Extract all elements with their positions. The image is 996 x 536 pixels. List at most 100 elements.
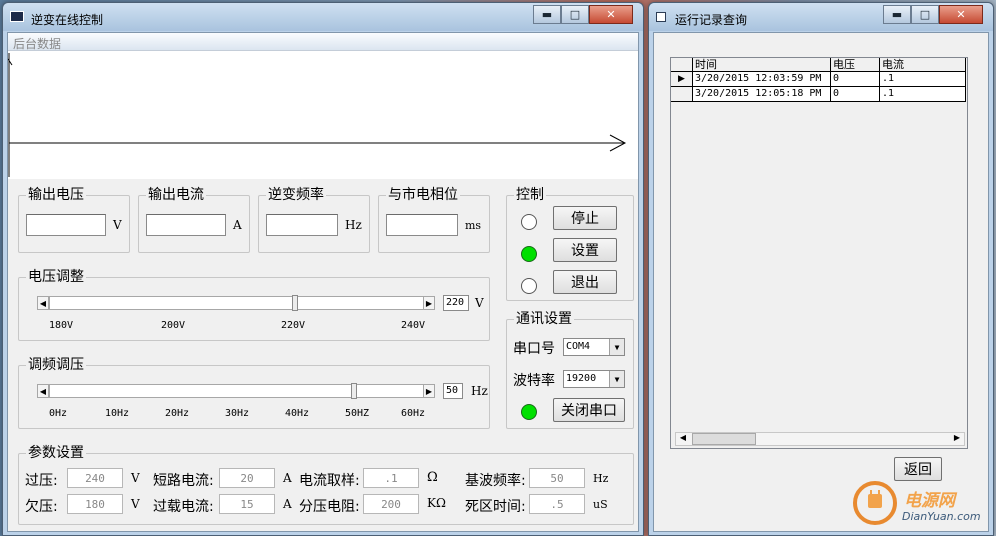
under-voltage-field[interactable]: 180 <box>67 494 123 514</box>
log-titlebar[interactable]: 运行记录查询 ▬ □ ✕ <box>649 3 993 31</box>
plug-logo-icon <box>853 481 897 525</box>
menu-backend-data[interactable]: 后台数据 <box>8 33 638 51</box>
column-header-time[interactable]: 时间 <box>693 58 831 72</box>
dead-time-label: 死区时间: <box>465 499 526 515</box>
divider-resistor-field[interactable]: 200 <box>363 494 419 514</box>
overload-current-unit: A <box>283 497 292 511</box>
close-button[interactable]: ✕ <box>589 5 633 24</box>
set-button[interactable]: 设置 <box>553 238 617 262</box>
main-titlebar[interactable]: 逆变在线控制 ▬ □ ✕ <box>3 3 643 31</box>
horizontal-scrollbar[interactable]: ◀ ▶ <box>675 432 965 446</box>
communication-title: 通讯设置 <box>514 311 574 327</box>
log-title: 运行记录查询 <box>675 13 748 27</box>
short-current-unit: A <box>283 471 292 485</box>
base-frequency-unit: Hz <box>593 472 609 485</box>
over-voltage-field[interactable]: 240 <box>67 468 123 488</box>
stop-indicator[interactable] <box>521 214 537 230</box>
table-cell-voltage[interactable]: 0 <box>831 72 880 87</box>
output-current-unit: A <box>233 218 242 232</box>
log-client-area: 时间 电压 电流 ▶ 3/20/2015 12:03:59 PM 0 .1 3/… <box>653 32 989 532</box>
voltage-tick: 240V <box>401 320 426 331</box>
divider-resistor-unit: KΩ <box>427 496 446 510</box>
table-cell-time[interactable]: 3/20/2015 12:03:59 PM <box>693 72 831 87</box>
overload-current-field[interactable]: 15 <box>219 494 275 514</box>
voltage-value-box[interactable]: 220 <box>443 295 469 311</box>
frequency-tick: 0Hz <box>49 408 68 419</box>
serial-port-select[interactable]: COM4 ▼ <box>563 338 625 356</box>
table-cell-voltage[interactable]: 0 <box>831 87 880 102</box>
current-sample-unit: Ω <box>427 470 438 485</box>
frequency-value-box[interactable]: 50 <box>443 383 463 399</box>
waveform-plot <box>7 51 638 179</box>
log-window: 运行记录查询 ▬ □ ✕ 时间 电压 电流 ▶ 3/20/2015 12:03:… <box>648 2 994 536</box>
app-icon <box>10 11 24 22</box>
grid-phase-group: 与市电相位 ms <box>378 187 490 253</box>
voltage-slider-thumb[interactable] <box>292 295 298 311</box>
short-current-label: 短路电流: <box>153 473 214 489</box>
inverter-frequency-unit: Hz <box>345 218 362 232</box>
output-current-group: 输出电流 A <box>138 187 250 253</box>
output-voltage-field[interactable] <box>26 214 106 236</box>
scroll-right-arrow[interactable]: ▶ <box>950 433 964 445</box>
control-group: 控制 停止 设置 退出 <box>506 187 634 301</box>
exit-indicator[interactable] <box>521 278 537 294</box>
voltage-slider-left-arrow[interactable]: ◀ <box>37 296 49 310</box>
under-voltage-unit: V <box>131 497 140 511</box>
record-grid[interactable]: 时间 电压 电流 ▶ 3/20/2015 12:03:59 PM 0 .1 3/… <box>670 57 968 449</box>
voltage-slider[interactable] <box>49 296 425 310</box>
base-frequency-field[interactable]: 50 <box>529 468 585 488</box>
table-cell-current[interactable]: .1 <box>880 72 966 87</box>
close-button[interactable]: ✕ <box>939 5 983 24</box>
table-cell-current[interactable]: .1 <box>880 87 966 102</box>
inverter-frequency-field[interactable] <box>266 214 338 236</box>
chevron-down-icon[interactable]: ▼ <box>609 371 624 387</box>
exit-button[interactable]: 退出 <box>553 270 617 294</box>
row-header-corner <box>671 58 693 72</box>
maximize-button[interactable]: □ <box>561 5 589 24</box>
maximize-button[interactable]: □ <box>911 5 939 24</box>
frequency-slider-thumb[interactable] <box>351 383 357 399</box>
output-voltage-unit: V <box>113 218 122 232</box>
current-sample-field[interactable]: .1 <box>363 468 419 488</box>
chevron-down-icon[interactable]: ▼ <box>609 339 624 355</box>
grid-phase-field[interactable] <box>386 214 458 236</box>
frequency-slider[interactable] <box>49 384 425 398</box>
main-window: 逆变在线控制 ▬ □ ✕ 后台数据 输出电压 V 输出电流 A 逆变频率 Hz … <box>2 2 644 536</box>
output-current-field[interactable] <box>146 214 226 236</box>
over-voltage-label: 过压: <box>25 473 58 489</box>
window-icon <box>656 12 666 22</box>
frequency-tick: 50HZ <box>345 408 370 419</box>
frequency-tick: 30Hz <box>225 408 250 419</box>
short-current-field[interactable]: 20 <box>219 468 275 488</box>
frequency-slider-right-arrow[interactable]: ▶ <box>423 384 435 398</box>
inverter-frequency-title: 逆变频率 <box>266 187 326 203</box>
column-header-voltage[interactable]: 电压 <box>831 58 880 72</box>
scroll-thumb[interactable] <box>692 433 756 445</box>
minimize-button[interactable]: ▬ <box>533 5 561 24</box>
grid-phase-unit: ms <box>465 219 482 232</box>
voltage-slider-right-arrow[interactable]: ▶ <box>423 296 435 310</box>
parameters-title: 参数设置 <box>26 445 86 461</box>
serial-port-label: 串口号 <box>513 341 555 357</box>
waveform-axes <box>7 53 627 177</box>
dead-time-field[interactable]: .5 <box>529 494 585 514</box>
stop-button[interactable]: 停止 <box>553 206 617 230</box>
output-current-title: 输出电流 <box>146 187 206 203</box>
minimize-button[interactable]: ▬ <box>883 5 911 24</box>
row-selector-icon[interactable]: ▶ <box>671 72 693 87</box>
close-port-button[interactable]: 关闭串口 <box>553 398 625 422</box>
main-client-area: 后台数据 输出电压 V 输出电流 A 逆变频率 Hz 与市电相位 ms 控制 停… <box>7 32 639 532</box>
voltage-value-unit: V <box>475 296 484 310</box>
frequency-value-unit: Hz <box>471 384 488 398</box>
dead-time-unit: uS <box>593 498 608 511</box>
scroll-left-arrow[interactable]: ◀ <box>676 433 690 445</box>
watermark-site: DianYuan.com <box>902 510 981 523</box>
base-frequency-label: 基波频率: <box>465 473 526 489</box>
baud-rate-select[interactable]: 19200 ▼ <box>563 370 625 388</box>
frequency-tick: 20Hz <box>165 408 190 419</box>
output-voltage-title: 输出电压 <box>26 187 86 203</box>
table-cell-time[interactable]: 3/20/2015 12:05:18 PM <box>693 87 831 102</box>
column-header-current[interactable]: 电流 <box>880 58 966 72</box>
row-selector[interactable] <box>671 87 693 102</box>
frequency-slider-left-arrow[interactable]: ◀ <box>37 384 49 398</box>
